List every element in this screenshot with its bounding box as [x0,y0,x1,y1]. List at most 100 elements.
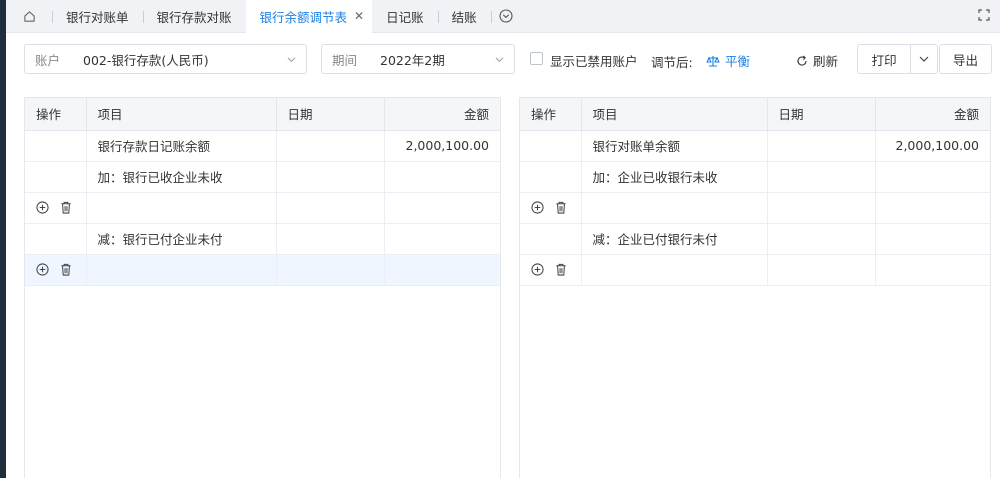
print-button-group: 打印 [857,44,938,74]
tab-bank-reconciliation[interactable]: 银行存款对账 [142,0,246,33]
more-tabs-button[interactable] [490,0,521,33]
print-button[interactable]: 打印 [858,45,912,73]
book-side-table: 操作 项目 日期 金额 银行存款日记账余额 2,000,100.00 加：银行已收企… [25,98,500,286]
date-cell [767,161,876,193]
add-circle-icon[interactable] [36,263,49,276]
item-cell [581,192,768,224]
add-circle-icon[interactable] [36,201,49,214]
item-cell: 银行存款日记账余额 [86,130,277,162]
amount-cell [384,161,500,193]
header-date: 日期 [276,98,385,131]
header-op: 操作 [520,98,582,131]
table-header: 操作 项目 日期 金额 [25,98,500,131]
bank-side-panel: 操作 项目 日期 金额 银行对账单余额 2,000,100.00 加：企业已收银行未… [519,97,991,478]
header-amount: 金额 [384,98,500,131]
table-row[interactable] [25,192,500,224]
op-cell [520,130,582,162]
amount-cell [384,192,500,224]
book-side-panel: 操作 项目 日期 金额 银行存款日记账余额 2,000,100.00 加：银行已收企… [24,97,501,478]
tab-bar: 银行对账单 银行存款对账 银行余额调节表 ✕ 日记账 结账 [6,0,1000,33]
header-date: 日期 [767,98,876,131]
period-select[interactable]: 期间 2022年2期 [321,44,515,74]
trash-icon[interactable] [555,263,567,276]
amount-cell [875,192,990,224]
amount-cell [875,254,990,286]
home-tab[interactable] [6,0,52,33]
op-cell [25,223,87,255]
header-item: 项目 [86,98,277,131]
amount-cell [384,223,500,255]
balance-status: 平衡 [706,51,750,70]
tab-bank-statement[interactable]: 银行对账单 [52,0,143,33]
amount-cell [384,254,500,286]
scale-icon [706,55,720,67]
date-cell [276,161,385,193]
item-cell [86,254,277,286]
date-cell [767,130,876,162]
date-cell [276,223,385,255]
amount-cell [875,161,990,193]
date-cell [276,254,385,286]
header-op: 操作 [25,98,87,131]
table-row[interactable]: 银行存款日记账余额 2,000,100.00 [25,130,500,162]
add-circle-icon[interactable] [531,263,544,276]
add-circle-icon[interactable] [531,201,544,214]
item-cell: 减：银行已付企业未付 [86,223,277,255]
item-cell: 银行对账单余额 [581,130,768,162]
account-select[interactable]: 账户 002-银行存款(人民币) [24,44,307,74]
refresh-button[interactable]: 刷新 [796,51,838,70]
table-row[interactable]: 银行对账单余额 2,000,100.00 [520,130,990,162]
item-cell: 加：企业已收银行未收 [581,161,768,193]
item-cell: 减：企业已付银行未付 [581,223,768,255]
item-cell [581,254,768,286]
chevron-down-icon [287,57,296,63]
table-row[interactable]: 加：银行已收企业未收 [25,161,500,193]
tab-journal[interactable]: 日记账 [372,0,438,33]
item-cell: 加：银行已收企业未收 [86,161,277,193]
fullscreen-icon[interactable] [978,9,990,21]
close-icon[interactable]: ✕ [354,9,364,23]
show-disabled-checkbox[interactable] [530,52,543,65]
op-cell [25,161,87,193]
table-row[interactable]: 减：银行已付企业未付 [25,223,500,255]
chevron-down-circle-icon [499,9,513,23]
filter-bar: 账户 002-银行存款(人民币) 期间 2022年2期 显示已禁用账户 调节后:… [24,44,992,74]
left-nav-strip [0,0,6,478]
item-cell [86,192,277,224]
tab-closing[interactable]: 结账 [437,0,491,33]
op-cell [25,192,87,224]
table-row[interactable] [25,254,500,286]
table-row[interactable] [520,254,990,286]
table-row[interactable]: 加：企业已收银行未收 [520,161,990,193]
trash-icon[interactable] [60,201,72,214]
table-header: 操作 项目 日期 金额 [520,98,990,131]
after-adjust-label: 调节后: [651,55,693,70]
chevron-down-icon [495,57,504,63]
date-cell [767,192,876,224]
op-cell [520,223,582,255]
amount-cell: 2,000,100.00 [875,130,990,162]
date-cell [276,192,385,224]
date-cell [276,130,385,162]
header-amount: 金额 [875,98,990,131]
print-dropdown-button[interactable] [911,45,937,73]
tab-balance-adjustment[interactable]: 银行余额调节表 ✕ [245,0,373,33]
amount-cell: 2,000,100.00 [384,130,500,162]
header-item: 项目 [581,98,768,131]
show-disabled-label[interactable]: 显示已禁用账户 [550,51,638,70]
trash-icon[interactable] [555,201,567,214]
op-cell [520,254,582,286]
refresh-icon [797,55,807,66]
home-icon [23,10,35,22]
date-cell [767,223,876,255]
op-cell [25,130,87,162]
op-cell [520,192,582,224]
table-row[interactable] [520,192,990,224]
table-row[interactable]: 减：企业已付银行未付 [520,223,990,255]
chevron-down-icon [919,56,929,62]
export-button[interactable]: 导出 [939,44,992,74]
date-cell [767,254,876,286]
op-cell [520,161,582,193]
op-cell [25,254,87,286]
trash-icon[interactable] [60,263,72,276]
